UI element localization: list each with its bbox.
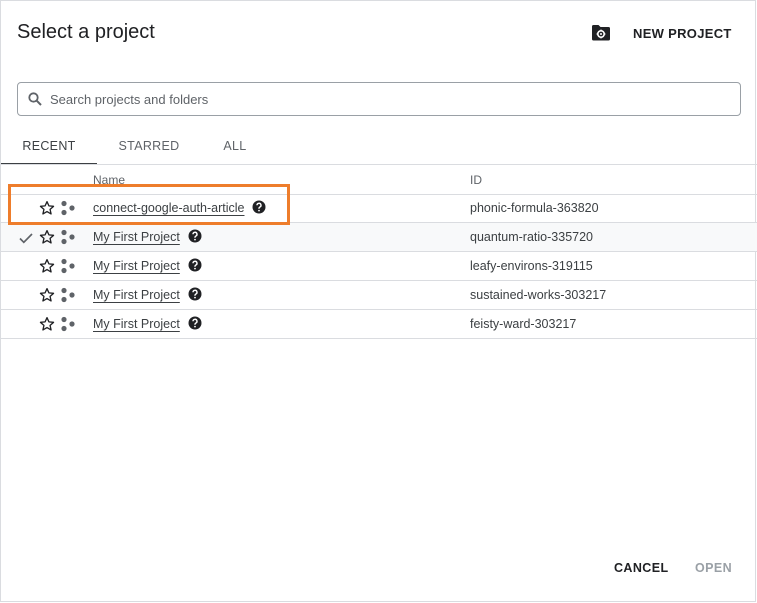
search-icon	[28, 92, 42, 106]
project-id: leafy-environs-319115	[470, 259, 593, 273]
project-name: My First Project	[93, 230, 180, 244]
table-row[interactable]: My First Project feisty-ward-303217	[1, 310, 757, 339]
table-row[interactable]: My First Project leafy-environs-319115	[1, 252, 757, 281]
table-row[interactable]: My First Project quantum-ratio-335720	[1, 223, 757, 252]
star-outline-icon[interactable]	[39, 316, 55, 332]
table-row[interactable]: My First Project sustained-works-303217	[1, 281, 757, 310]
project-name: connect-google-auth-article	[93, 201, 245, 215]
project-id: sustained-works-303217	[470, 288, 607, 302]
check-icon	[18, 230, 34, 246]
star-outline-icon[interactable]	[39, 229, 55, 245]
help-icon[interactable]	[188, 258, 202, 272]
project-type-icon	[60, 229, 76, 245]
project-id: phonic-formula-363820	[470, 201, 599, 215]
help-icon[interactable]	[188, 287, 202, 301]
project-id: quantum-ratio-335720	[470, 230, 593, 244]
project-type-icon	[60, 200, 76, 216]
help-icon[interactable]	[188, 316, 202, 330]
help-icon[interactable]	[188, 229, 202, 243]
project-name: My First Project	[93, 288, 180, 302]
tab-recent[interactable]: RECENT	[1, 129, 97, 165]
project-name-link[interactable]: My First Project	[93, 316, 202, 331]
tab-starred[interactable]: STARRED	[101, 129, 197, 165]
star-outline-icon[interactable]	[39, 258, 55, 274]
project-type-icon	[60, 316, 76, 332]
project-name-link[interactable]: My First Project	[93, 258, 202, 273]
star-outline-icon[interactable]	[39, 200, 55, 216]
open-button[interactable]: OPEN	[695, 561, 732, 575]
project-type-icon	[60, 287, 76, 303]
project-name-link[interactable]: connect-google-auth-article	[93, 200, 266, 215]
table-row[interactable]: connect-google-auth-article phonic-formu…	[1, 194, 757, 223]
folder-settings-icon	[591, 23, 611, 43]
search-box[interactable]	[17, 82, 741, 116]
star-outline-icon[interactable]	[39, 287, 55, 303]
new-project-label: NEW PROJECT	[633, 25, 732, 41]
project-name-link[interactable]: My First Project	[93, 229, 202, 244]
project-name-link[interactable]: My First Project	[93, 287, 202, 302]
project-type-icon	[60, 258, 76, 274]
new-project-button[interactable]: NEW PROJECT	[591, 21, 732, 45]
id-column-header: ID	[470, 173, 482, 187]
cancel-button[interactable]: CANCEL	[614, 561, 668, 575]
dialog-title: Select a project	[17, 21, 155, 43]
search-input[interactable]	[48, 90, 712, 108]
project-name: My First Project	[93, 259, 180, 273]
tab-all[interactable]: ALL	[201, 129, 269, 165]
project-id: feisty-ward-303217	[470, 317, 577, 331]
help-icon[interactable]	[252, 200, 266, 214]
select-project-dialog: Select a project NEW PROJECT RECENT	[0, 0, 757, 602]
project-name: My First Project	[93, 317, 180, 331]
table-header: Name ID	[1, 165, 757, 195]
name-column-header: Name	[93, 173, 126, 187]
